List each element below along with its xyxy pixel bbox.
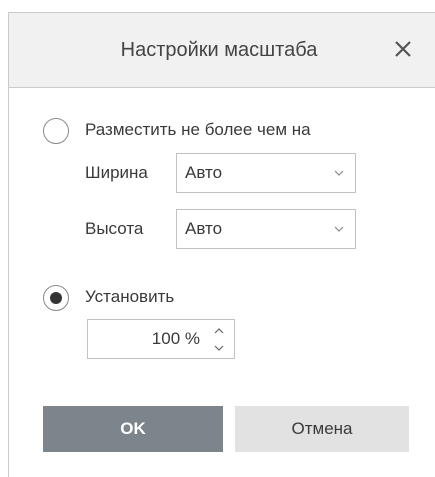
width-label: Ширина	[85, 163, 148, 182]
cancel-button[interactable]: Отмена	[235, 406, 409, 452]
set-label: Установить	[85, 287, 175, 306]
arrow-up-icon[interactable]	[212, 325, 226, 337]
height-select-value: Авто	[185, 219, 223, 238]
chevron-down-icon	[334, 226, 344, 232]
fit-label: Разместить не более чем на	[85, 120, 311, 139]
width-select-value: Авто	[185, 163, 223, 182]
scale-settings-dialog: Настройки масштаба Разместить не более ч…	[8, 12, 435, 477]
scale-input[interactable]	[90, 322, 200, 356]
stepper-arrows	[212, 325, 226, 355]
height-label: Высота	[85, 219, 144, 238]
set-radio[interactable]	[43, 285, 69, 311]
width-select[interactable]: Авто	[176, 153, 356, 193]
dialog-titlebar: Настройки масштаба	[9, 13, 435, 88]
arrow-down-icon[interactable]	[212, 342, 226, 354]
close-button[interactable]	[385, 31, 421, 67]
fit-radio[interactable]	[43, 118, 69, 144]
scale-stepper[interactable]	[87, 319, 235, 359]
ok-button[interactable]: OK	[43, 406, 223, 452]
chevron-down-icon	[334, 170, 344, 176]
close-icon	[395, 41, 411, 57]
height-select[interactable]: Авто	[176, 209, 356, 249]
dialog-title: Настройки масштаба	[120, 39, 318, 61]
